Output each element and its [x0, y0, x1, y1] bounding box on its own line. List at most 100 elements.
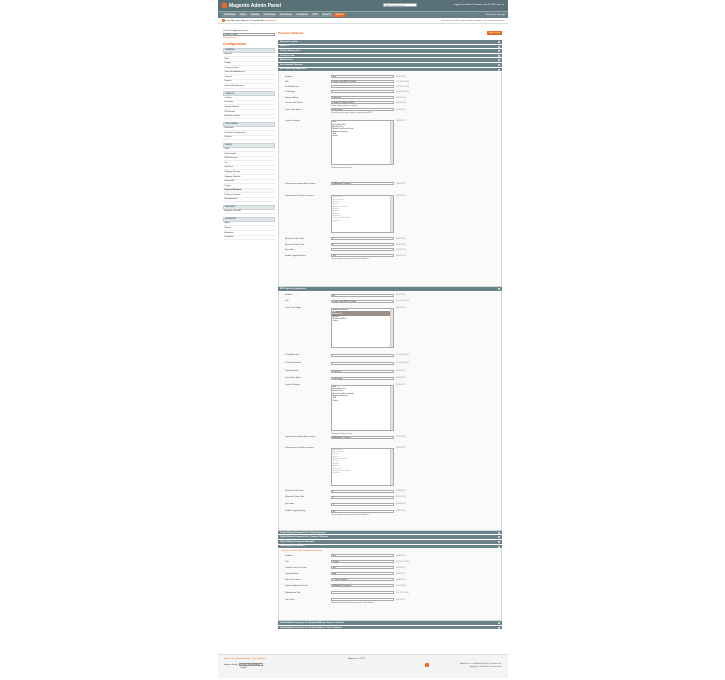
config-tab[interactable]: Content Management: [223, 84, 275, 89]
nav-item[interactable]: Promotions: [278, 13, 294, 17]
global-search-input[interactable]: Global Record Search: [383, 3, 417, 7]
multiselect[interactable]: Visa Verified by Visa MasterCard MasterCard…: [331, 120, 394, 166]
multiselect[interactable]: Afghanistan Åland Islands Albania Algeria Am…: [331, 195, 394, 234]
notice-link[interactable]: Read details: [266, 20, 277, 22]
help-link[interactable]: Get help for this page: [486, 14, 505, 16]
locale-select[interactable]: English (United States) / English: [238, 663, 263, 669]
nav-item[interactable]: Dashboard: [222, 13, 238, 17]
config-group: Advanced Admin System Advanced Developer: [223, 216, 275, 241]
field-input[interactable]: 0: [331, 490, 394, 494]
locale-label: Interface Locale:: [224, 663, 238, 666]
multiselect[interactable]: Visa Verified by Visa MasterCard MasterCard…: [331, 384, 394, 431]
field-input[interactable]: [331, 362, 394, 366]
section-sublink[interactable]: Express Checkout Merchant Account Settin…: [279, 550, 323, 553]
notice-right[interactable]: You have 4 critical, 8 major unread mess…: [441, 20, 504, 22]
scope-label: [STORE VIEW]: [396, 80, 409, 83]
multiselect-option[interactable]: Diners: [332, 400, 393, 402]
scope-label: [WEBSITE]: [396, 119, 406, 122]
field-input[interactable]: 1: [331, 503, 394, 507]
nav-item[interactable]: Customers: [261, 13, 278, 17]
field-label: Enable Logging/Debug: [285, 254, 306, 257]
field-input[interactable]: 0: [331, 496, 394, 500]
scope-label: [WEBSITE]: [396, 254, 406, 257]
form-row: Title Credit Card (EPS PaYbox) [STORE VIEW…: [279, 80, 503, 84]
field-label: Subscription Title: [285, 591, 301, 594]
field-input[interactable]: All Allowed Countries: [331, 584, 394, 588]
footer-copyright: Magento™ is a trademark of Each Commerce…: [460, 663, 502, 668]
manage-stores-link[interactable]: Manage Stores: [223, 37, 275, 39]
multiselect-option[interactable]: Diners: [332, 135, 393, 137]
nav-item[interactable]: Newsletter: [294, 13, 310, 17]
logo[interactable]: Magento Admin Panel: [222, 2, 281, 9]
field-input[interactable]: Sale: [331, 572, 394, 576]
footer-help-link[interactable]: Help Us Keep Magento Healthy - Report Al…: [224, 658, 265, 661]
nav-item[interactable]: Reports: [320, 13, 333, 17]
field-input[interactable]: Yes: [331, 554, 394, 558]
nav-item[interactable]: CMS: [310, 13, 320, 17]
nav-item[interactable]: Sales: [238, 13, 248, 17]
form-row: Enable Logging/Debug Yes [WEBSITE] Log all …: [279, 254, 503, 260]
field-note: Log all requests and responses to the da…: [331, 257, 369, 260]
field-input[interactable]: Yes: [331, 566, 394, 570]
scope-select[interactable]: Default Config: [223, 32, 275, 36]
main-content: Payment Methods Save Config Merchant Loc…: [278, 30, 503, 631]
scope-label: [WEBSITE]: [396, 496, 406, 499]
scope-label: [WEBSITE]: [396, 447, 406, 450]
multiselect[interactable]: American Express Visa MasterCard Maestro Mas…: [331, 307, 394, 348]
field-input[interactable]: 0: [331, 243, 394, 247]
field-input[interactable]: -- Please Select --: [331, 578, 394, 582]
field-input[interactable]: Credit Card (EPS PaYbox): [331, 80, 394, 84]
field-label: PaYboxAccount: [285, 354, 300, 357]
form-row: Enabled Yes [WEBSITE]: [279, 75, 503, 79]
field-label: Credit Card Types: [285, 307, 302, 310]
config-group: Services Magento Core API: [223, 204, 275, 215]
field-input[interactable]: Processing: [331, 377, 394, 381]
form-row: PaYboxPassword [STORE VIEW]: [279, 362, 503, 366]
field-input[interactable]: Purchase: [331, 96, 394, 100]
field-input[interactable]: [331, 591, 394, 595]
field-label: Title: [285, 80, 289, 83]
form-row: PaYboxkey [STORE VIEW]: [279, 90, 503, 94]
header-links[interactable]: Logged in as default | Thursday, June 30…: [454, 3, 504, 7]
multiselect-option[interactable]: Argentina: [332, 472, 393, 474]
field-input[interactable]: All Allowed Countries: [331, 436, 394, 440]
field-input[interactable]: 0: [331, 237, 394, 241]
nav-item[interactable]: Catalog: [249, 13, 261, 17]
save-config-button[interactable]: Save Config: [487, 31, 502, 35]
field-note: Status after receiving a positive respon…: [331, 111, 373, 114]
field-input[interactable]: [331, 90, 394, 94]
scope-label: [WEBSITE]: [396, 377, 406, 380]
field-label: PaYboxkey: [285, 90, 296, 93]
field-note: Displayed at Paypal.de during checkout a…: [331, 601, 374, 604]
field-input[interactable]: No: [331, 294, 394, 298]
config-tab[interactable]: Email to a Friend: [223, 115, 275, 120]
config-tab[interactable]: Wishlist: [223, 136, 275, 141]
field-label: Enable Logging/Debug: [285, 510, 306, 513]
scope-label: [WEBSITE]: [396, 96, 406, 99]
field-label: PaYboxPassword: [285, 362, 301, 365]
config-tab[interactable]: Moneybookers: [223, 198, 275, 203]
field-input[interactable]: Purchase: [331, 370, 394, 374]
multiselect[interactable]: Afghanistan Åland Islands Albania Algeria Am…: [331, 447, 394, 486]
field-input[interactable]: Yes: [331, 75, 394, 79]
field-input[interactable]: Credit Card (EPS PaYbox): [331, 300, 394, 304]
form-row: Payment from applicable countries All All…: [279, 436, 503, 440]
field-input[interactable]: [331, 354, 394, 358]
field-label: Logos to Display: [285, 384, 300, 387]
form-row: Create Order Status Pending Payment (EPS)…: [279, 101, 503, 107]
field-label: Payment Action: [285, 96, 299, 99]
config-title: Configuration: [223, 41, 246, 46]
field-input[interactable]: [331, 85, 394, 89]
field-input[interactable]: All Allowed Countries: [331, 182, 394, 186]
multiselect-option[interactable]: Diners: [332, 320, 393, 322]
scope-label: [WEBSITE]: [396, 101, 406, 104]
field-input[interactable]: [331, 248, 394, 252]
page-header: Payment Methods Save Config: [278, 30, 502, 36]
field-input[interactable]: Paypal: [331, 560, 394, 564]
config-tab[interactable]: Magento Core API: [223, 210, 275, 215]
nav-item[interactable]: System: [333, 13, 346, 17]
section-body: Enabled No [WEBSITE] Title Credit Card (EPS …: [278, 291, 503, 531]
section-header[interactable]: PayPal Website Payments Pro (PayflowEdit…: [278, 625, 502, 631]
multiselect-option[interactable]: Argentina: [332, 220, 393, 222]
config-tab[interactable]: Developer: [223, 236, 275, 241]
